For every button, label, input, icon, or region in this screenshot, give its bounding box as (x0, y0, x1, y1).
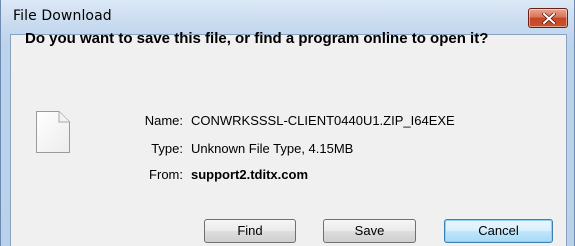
name-label-row: Name: (1, 113, 183, 129)
file-download-window: File Download Do you want to save this f… (0, 0, 575, 246)
type-label-row: Type: (1, 141, 183, 157)
type-value-row: Unknown File Type, 4.15MB (191, 141, 561, 157)
dialog-body (10, 34, 567, 246)
find-button[interactable]: Find (204, 219, 296, 243)
name-label: Name: (144, 113, 183, 128)
file-source-value: support2.tditx.com (191, 167, 309, 182)
close-x-icon (542, 13, 556, 24)
from-value-row: support2.tditx.com (191, 167, 561, 183)
window-title: File Download (13, 8, 112, 24)
from-label: From: (149, 167, 183, 182)
save-button[interactable]: Save (323, 219, 416, 243)
download-question: Do you want to save this file, or find a… (25, 30, 489, 47)
file-name-value: CONWRKSSSL-CLIENT0440U1.ZIP_I64EXE (191, 113, 455, 128)
type-label: Type: (151, 141, 183, 156)
title-bar[interactable]: File Download (1, 0, 575, 34)
cancel-button[interactable]: Cancel (444, 219, 553, 243)
file-type-value: Unknown File Type, 4.15MB (191, 141, 354, 156)
name-value-row: CONWRKSSSL-CLIENT0440U1.ZIP_I64EXE (191, 113, 561, 129)
close-button[interactable] (528, 8, 568, 28)
from-label-row: From: (1, 167, 183, 183)
